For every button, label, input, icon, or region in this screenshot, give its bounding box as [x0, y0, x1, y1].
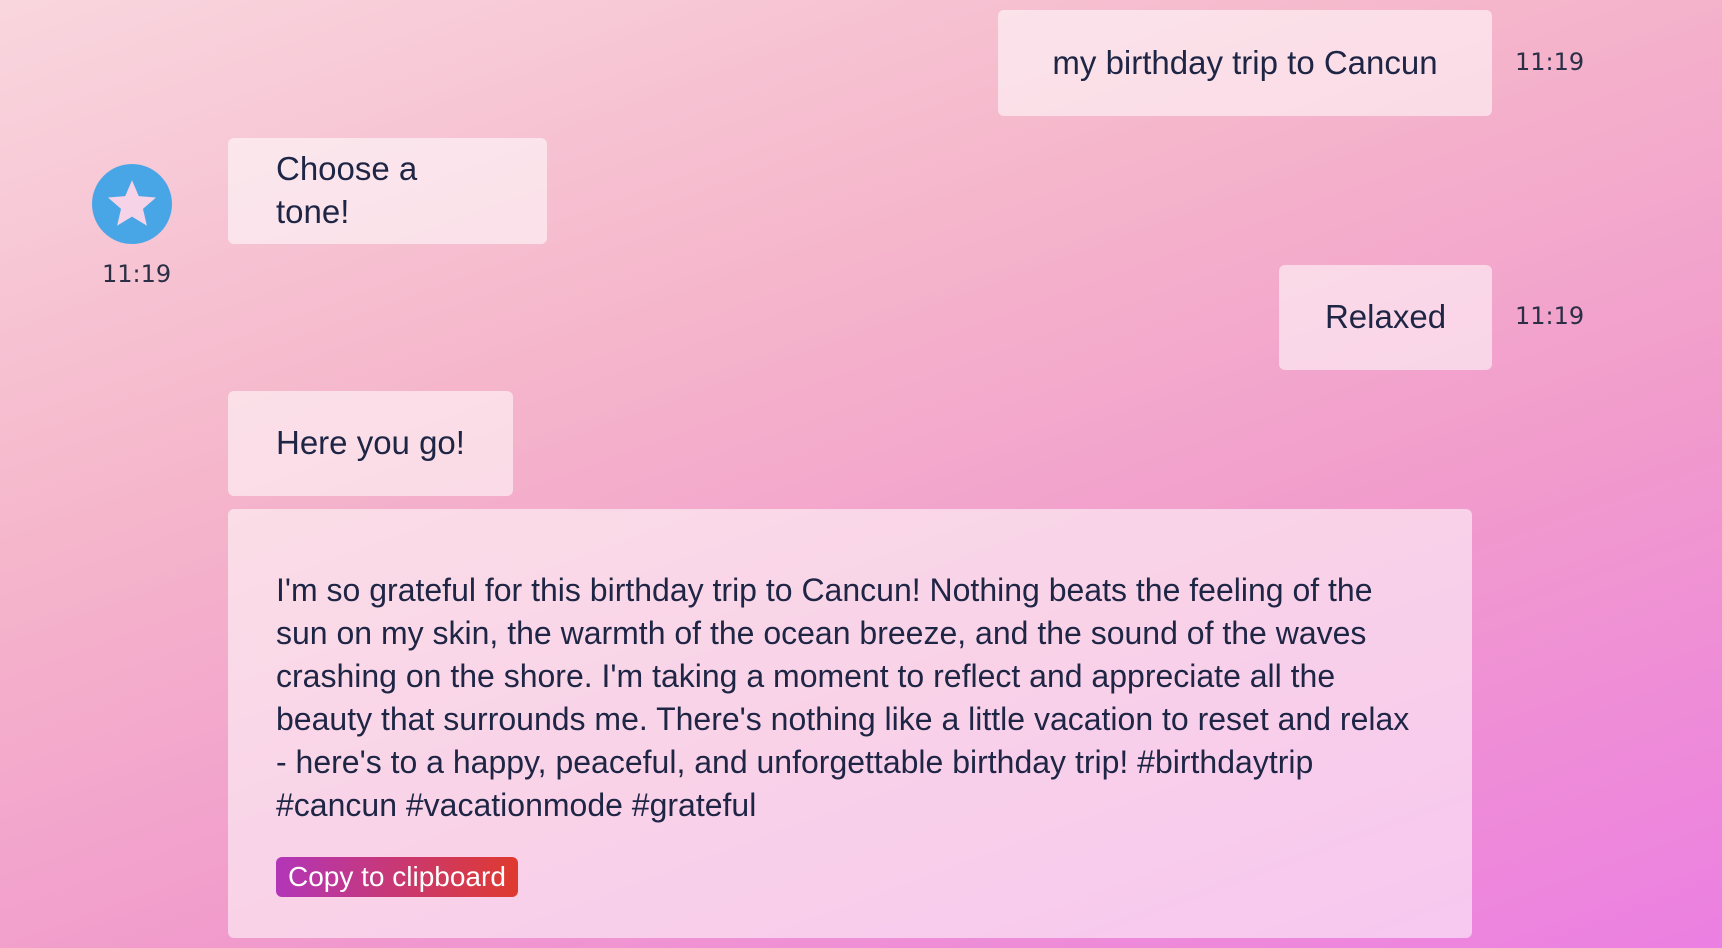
bot-message-text: Here you go!	[276, 424, 465, 462]
bot-avatar	[92, 164, 172, 244]
user-message-bubble: my birthday trip to Cancun	[998, 10, 1492, 116]
generated-post-text: I'm so grateful for this birthday trip t…	[276, 572, 1410, 823]
star-icon	[107, 180, 157, 226]
generated-post-bubble: I'm so grateful for this birthday trip t…	[228, 509, 1472, 938]
bot-message-text: Choose a tone!	[276, 150, 418, 230]
user-message-bubble: Relaxed	[1279, 265, 1492, 370]
message-time: 11:19	[1515, 48, 1585, 76]
user-message-text: my birthday trip to Cancun	[1052, 43, 1438, 81]
bot-message-bubble: Choose a tone!	[228, 138, 547, 244]
user-message-text: Relaxed	[1324, 298, 1447, 336]
bot-message-time: 11:19	[102, 260, 172, 288]
message-time: 11:19	[1515, 302, 1585, 330]
bot-message-bubble: Here you go!	[228, 391, 513, 496]
copy-to-clipboard-button[interactable]: Copy to clipboard	[276, 857, 518, 897]
